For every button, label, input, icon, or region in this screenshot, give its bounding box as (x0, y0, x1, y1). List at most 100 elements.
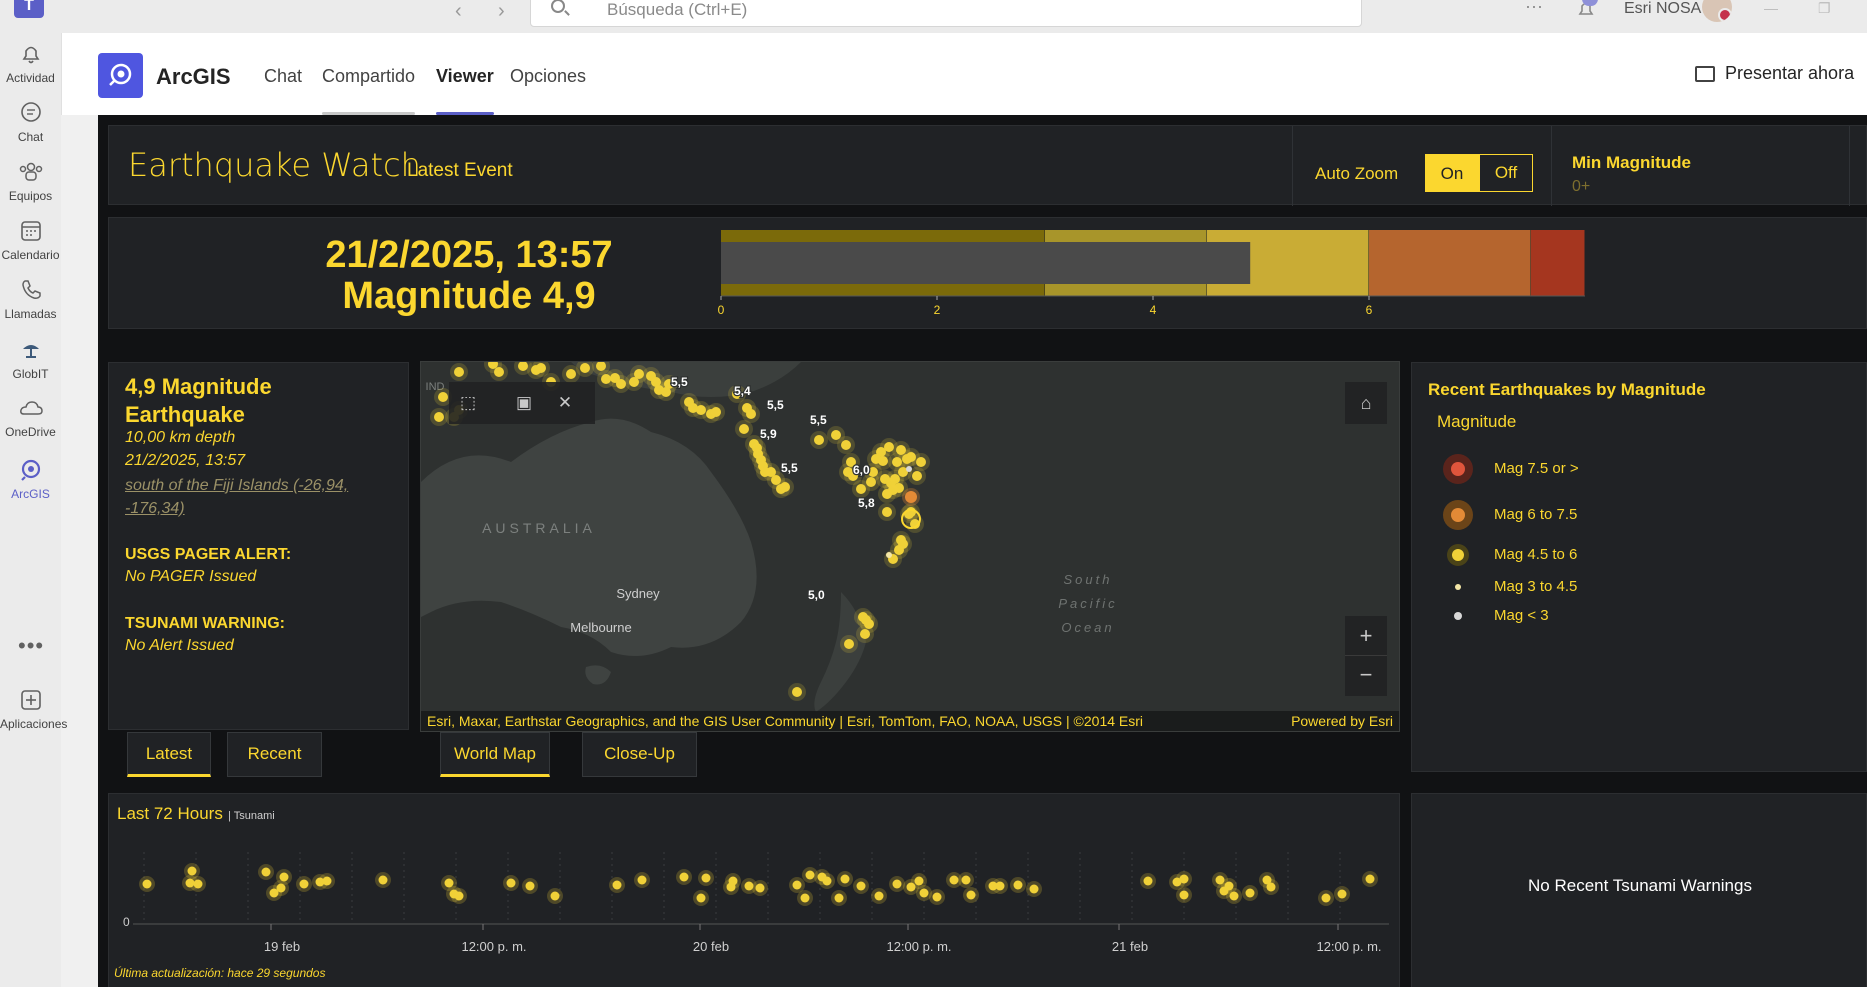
more-options-icon[interactable]: ··· (1525, 0, 1543, 17)
gauge-value-bar (721, 242, 1251, 284)
quake-point (916, 457, 926, 467)
rail-item-onedrive[interactable]: OneDrive (0, 395, 61, 439)
select-area-icon[interactable]: ⬚ (457, 392, 479, 414)
map-attribution: Esri, Maxar, Earthstar Geographics, and … (421, 711, 1399, 731)
more-apps-icon[interactable]: ••• (18, 633, 44, 659)
timeline-point (1179, 890, 1189, 900)
dashboard-title: Earthquake Watch (128, 146, 421, 184)
quake-point (494, 367, 504, 377)
rail-label: Calendario (1, 248, 60, 262)
timeline-point (919, 888, 929, 898)
legend-label: Mag 6 to 7.5 (1494, 506, 1578, 523)
calendar-icon (20, 221, 41, 241)
timeline-point (1321, 893, 1331, 903)
rail-label: ArcGIS (11, 487, 50, 501)
home-icon[interactable]: ⌂ (1345, 382, 1387, 424)
gauge-tick-label: 0 (718, 303, 725, 317)
rail-item-globit[interactable]: GlobIT (0, 337, 61, 381)
timeline-point (1179, 874, 1189, 884)
timeline-point (1245, 888, 1255, 898)
last-updated-text: Última actualización: hace 29 segundos (114, 966, 326, 980)
auto-zoom-on-button[interactable]: On (1425, 154, 1479, 192)
quake-point (844, 639, 854, 649)
timeline-point (1029, 884, 1039, 894)
magnitude-label: 5,9 (760, 427, 777, 441)
rail-item-arcgis[interactable]: ArcGIS (0, 457, 61, 501)
present-view-icon[interactable]: ▣ (513, 392, 535, 414)
timeline-point (755, 883, 765, 893)
rail-item-chat[interactable]: Chat (0, 100, 61, 144)
timeline-point (444, 878, 454, 888)
restore-icon[interactable]: ❐ (1818, 0, 1831, 17)
auto-zoom-label: Auto Zoom (1315, 164, 1399, 183)
teams-icon[interactable]: T (14, 0, 44, 18)
phone-icon (21, 280, 41, 299)
gauge-band (1531, 230, 1585, 296)
tab-recent[interactable]: Recent (227, 732, 322, 777)
zoom-out-button[interactable]: − (1345, 656, 1387, 696)
earthquake-dashboard: Earthquake Watch Latest Event Auto Zoom … (98, 115, 1867, 987)
min-magnitude-value[interactable]: 0+ (1572, 178, 1590, 196)
magnitude-label: 5,0 (808, 588, 825, 602)
forward-arrow-icon[interactable]: › (498, 0, 505, 23)
tab-latest[interactable]: Latest (127, 732, 211, 777)
chat-icon (20, 102, 41, 122)
rail-item-calendario[interactable]: Calendario (0, 218, 61, 262)
quake-point (831, 430, 841, 440)
rail-label: Chat (17, 130, 44, 144)
tab-close-up[interactable]: Close-Up (582, 732, 697, 777)
quake-point-small (906, 466, 912, 472)
rail-item-equipos[interactable]: Equipos (0, 159, 61, 203)
timeline-point (696, 893, 706, 903)
bell-icon (22, 46, 39, 64)
zoom-in-button[interactable]: + (1345, 616, 1387, 656)
avatar[interactable] (1702, 0, 1732, 22)
quake-point (434, 412, 444, 422)
rail-item-actividad[interactable]: Actividad (0, 41, 61, 85)
earthquake-map[interactable]: AUSTRALIA Sydney Melbourne South Pacific Ocea… (420, 361, 1400, 732)
legend-item: Mag 6 to 7.5 (1412, 500, 1812, 530)
timeline-point (187, 866, 197, 876)
legend-symbol-icon (1451, 508, 1465, 522)
divider (1551, 126, 1552, 206)
min-magnitude-label[interactable]: Min Magnitude (1572, 153, 1691, 173)
rail-item-aplicaciones[interactable]: Aplicaciones (0, 687, 67, 731)
auto-zoom-off-button[interactable]: Off (1479, 154, 1533, 192)
timeline-point (525, 881, 535, 891)
powered-by-esri[interactable]: Powered by Esri (1291, 711, 1393, 731)
search-placeholder: Búsqueda (Ctrl+E) (607, 0, 748, 19)
present-button[interactable]: Presentar ahora (1694, 63, 1854, 84)
timeline-point (834, 893, 844, 903)
gauge-tick-label: 2 (934, 303, 941, 317)
quake-point (616, 379, 626, 389)
tab-chat[interactable]: Chat (264, 66, 302, 115)
rail-label: Equipos (8, 189, 53, 203)
add-app-icon (20, 690, 41, 710)
map-place-label: AUSTRALIA (482, 520, 596, 536)
quake-point (882, 489, 892, 499)
tsunami-message: No Recent Tsunami Warnings (1528, 876, 1752, 895)
back-arrow-icon[interactable]: ‹ (455, 0, 462, 23)
pager-label: USGS PAGER ALERT: (125, 546, 292, 563)
magnitude-label: 5,5 (671, 375, 688, 389)
tab-viewer[interactable]: Viewer (436, 66, 494, 115)
tab-opciones[interactable]: Opciones (510, 66, 586, 115)
tab-compartido[interactable]: Compartido (322, 66, 416, 115)
timeline-point (1266, 882, 1276, 892)
quake-point (780, 482, 790, 492)
timeline-point (142, 879, 152, 889)
search-input[interactable]: Búsqueda (Ctrl+E) (530, 0, 1362, 27)
minimize-icon[interactable]: — (1764, 0, 1778, 16)
rail-item-llamadas[interactable]: Llamadas (0, 277, 61, 321)
timeline-point (961, 875, 971, 885)
title-bar: T ‹ › Búsqueda (Ctrl+E) ··· Esri NOSA — … (0, 0, 1867, 33)
timeline-point (1337, 889, 1347, 899)
event-location-link[interactable]: south of the Fiji Islands (-26,94, -176,… (125, 474, 365, 520)
tab-world-map[interactable]: World Map (440, 732, 550, 777)
timeline-x-label: 12:00 p. m. (1316, 939, 1381, 954)
close-icon[interactable]: ✕ (554, 392, 576, 414)
timeline-chart[interactable]: 0 19 feb 12:00 p. m. 20 feb 12:00 p. m. 21 fe… (109, 794, 1401, 964)
user-name[interactable]: Esri NOSA (1624, 0, 1701, 18)
quake-point (580, 363, 590, 373)
magnitude-label: 5,8 (858, 496, 875, 510)
